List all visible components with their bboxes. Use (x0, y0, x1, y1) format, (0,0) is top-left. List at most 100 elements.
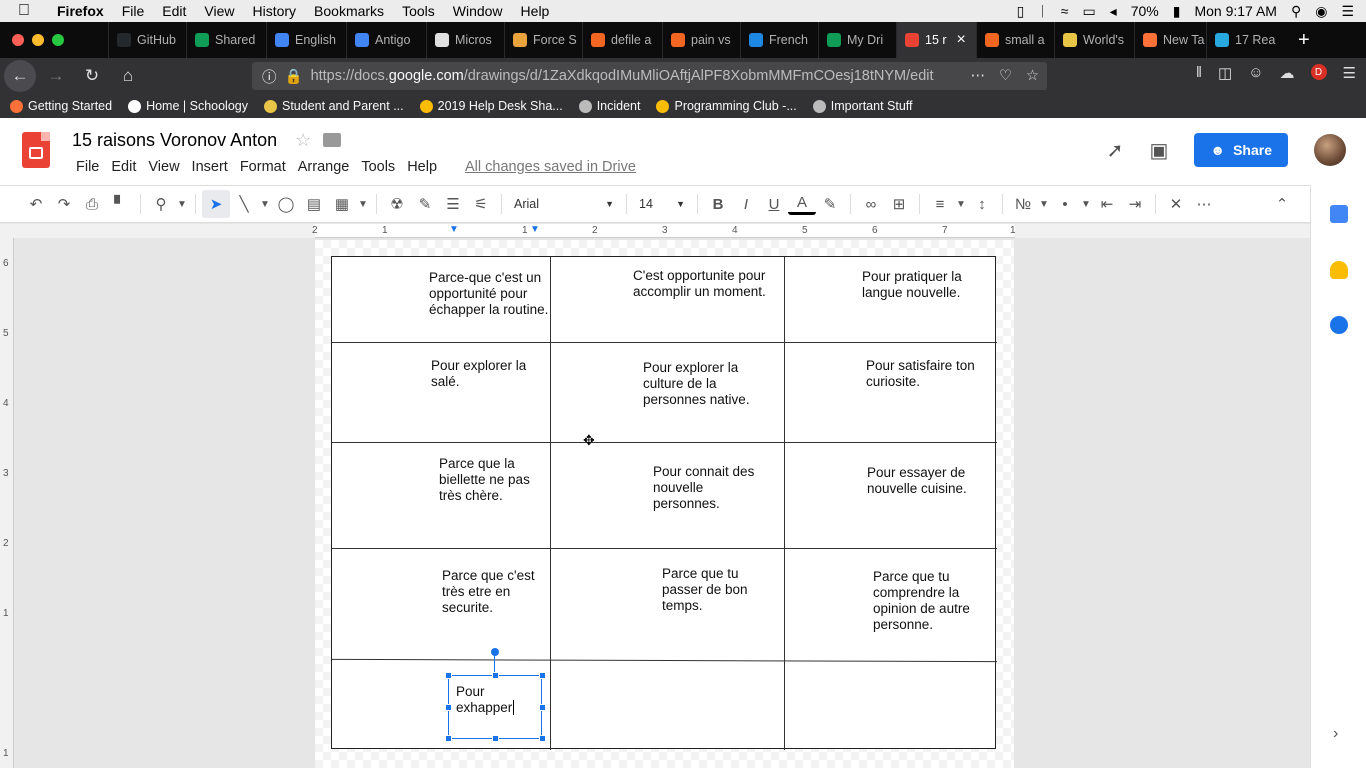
align-dropdown-icon[interactable]: ▼ (954, 190, 968, 218)
insert-comment-icon[interactable]: ⊞ (885, 190, 913, 218)
bookmark-item[interactable]: Home | Schoology (118, 99, 254, 113)
paint-format-icon[interactable]: ▘ (106, 190, 134, 218)
menu-help[interactable]: Help (512, 3, 559, 19)
back-button[interactable]: ← (4, 60, 36, 92)
more-options-icon[interactable]: ⋯ (1190, 190, 1218, 218)
doc-menu-help[interactable]: Help (401, 159, 443, 175)
forward-button[interactable]: → (40, 60, 72, 92)
dropbox-icon[interactable]: ▯ (1017, 3, 1025, 20)
menu-file[interactable]: File (113, 3, 154, 19)
bulleted-list-icon[interactable]: • (1051, 190, 1079, 218)
table-cell[interactable]: Parce que tu comprendre la opinion de au… (873, 569, 973, 633)
font-size-select[interactable]: 14 ▼ (633, 197, 691, 211)
reload-button[interactable]: ↻ (76, 60, 108, 92)
resize-handle[interactable] (492, 672, 499, 679)
table-cell[interactable]: C'est opportunite pour accomplir un mome… (633, 268, 773, 300)
resize-handle[interactable] (539, 704, 546, 711)
bookmark-item[interactable]: Getting Started (0, 99, 118, 113)
google-drawings-logo[interactable] (22, 132, 50, 168)
menu-tools[interactable]: Tools (393, 3, 444, 19)
bookmark-item[interactable]: Incident (569, 99, 647, 113)
zoom-icon[interactable]: ⚲ (147, 190, 175, 218)
resize-handle[interactable] (539, 672, 546, 679)
doc-menu-format[interactable]: Format (234, 159, 292, 175)
tasks-icon[interactable] (1330, 316, 1348, 334)
underline-icon[interactable]: U (760, 190, 788, 218)
clock[interactable]: Mon 9:17 AM (1194, 3, 1277, 19)
browser-tab[interactable]: Shared (186, 22, 266, 58)
table-cell[interactable]: Parce que la biellette ne pas très chère… (439, 456, 539, 504)
browser-tab[interactable]: small a (976, 22, 1054, 58)
italic-icon[interactable]: I (732, 190, 760, 218)
doc-menu-view[interactable]: View (142, 159, 185, 175)
table-cell[interactable]: Pour connait des nouvelle personnes. (653, 464, 763, 512)
pocket-icon[interactable]: ♡ (999, 68, 1012, 84)
browser-tab[interactable]: Antigo (346, 22, 426, 58)
bold-icon[interactable]: B (704, 190, 732, 218)
line-dropdown-icon[interactable]: ▼ (258, 190, 272, 218)
reasons-table[interactable]: Parce-que c'est un opportunité pour écha… (331, 256, 997, 750)
browser-tab[interactable]: English (266, 22, 346, 58)
share-button[interactable]: ☻ Share (1194, 133, 1288, 167)
new-tab-button[interactable]: + (1284, 29, 1324, 52)
battery-percent[interactable]: 70% (1131, 3, 1159, 19)
browser-tab[interactable]: pain vs (662, 22, 740, 58)
zoom-window-button[interactable] (52, 34, 64, 46)
doc-menu-edit[interactable]: Edit (105, 159, 142, 175)
browser-tab[interactable]: My Dri (818, 22, 896, 58)
menu-edit[interactable]: Edit (153, 3, 195, 19)
hamburger-menu-icon[interactable]: ☰ (1343, 64, 1356, 82)
table-cell[interactable]: Parce que c'est très etre en securite. (442, 568, 542, 616)
indent-marker-icon[interactable]: ▼ (449, 224, 459, 235)
minimize-window-button[interactable] (32, 34, 44, 46)
undo-icon[interactable]: ↶ (22, 190, 50, 218)
text-color-icon[interactable]: A (788, 193, 816, 215)
account-icon[interactable]: ☺ (1248, 64, 1263, 82)
browser-tab[interactable]: 15 r × (896, 22, 976, 58)
link-icon[interactable]: ∞ (857, 190, 885, 218)
avatar[interactable] (1314, 134, 1346, 166)
shape-tool-icon[interactable]: ◯ (272, 190, 300, 218)
selected-text-box[interactable]: Pour exhapper (445, 672, 546, 742)
volume-icon[interactable]: ◂ (1110, 3, 1117, 20)
highlight-color-icon[interactable]: ✎ (816, 190, 844, 218)
print-icon[interactable]: ⎙ (78, 190, 106, 218)
resize-handle[interactable] (445, 704, 452, 711)
close-window-button[interactable] (12, 34, 24, 46)
menu-app-name[interactable]: Firefox (48, 3, 113, 19)
bookmark-item[interactable]: Student and Parent ... (254, 99, 410, 113)
increase-indent-icon[interactable]: ⇥ (1121, 190, 1149, 218)
url-bar[interactable]: ⓘ 🔒 https://docs.google.com/drawings/d/1… (252, 62, 1047, 90)
airplay-icon[interactable]: ▭ (1082, 3, 1095, 20)
battery-icon[interactable]: ▮ (1173, 3, 1181, 20)
resize-handle[interactable] (492, 735, 499, 742)
menu-history[interactable]: History (243, 3, 305, 19)
table-cell[interactable]: Parce-que c'est un opportunité pour écha… (429, 270, 549, 318)
doc-menu-insert[interactable]: Insert (186, 159, 234, 175)
browser-tab[interactable]: Micros (426, 22, 504, 58)
border-weight-icon[interactable]: ☰ (439, 190, 467, 218)
expand-panel-icon[interactable]: › (1333, 725, 1338, 743)
info-icon[interactable]: ⓘ (262, 66, 277, 87)
browser-tab[interactable]: Force S (504, 22, 582, 58)
table-cell[interactable]: Pour pratiquer la langue nouvelle. (862, 269, 977, 301)
extension-icon[interactable]: ☁ (1280, 64, 1295, 82)
bookmark-star-icon[interactable]: ☆ (1026, 68, 1039, 84)
line-spacing-icon[interactable]: ↕ (968, 190, 996, 218)
line-tool-icon[interactable]: ╲ (230, 190, 258, 218)
saved-status[interactable]: All changes saved in Drive (459, 159, 642, 175)
redo-icon[interactable]: ↷ (50, 190, 78, 218)
browser-tab[interactable]: New Ta (1134, 22, 1206, 58)
star-icon[interactable]: ☆ (295, 130, 311, 151)
lock-icon[interactable]: 🔒 (285, 68, 303, 85)
document-title[interactable]: 15 raisons Voronov Anton (72, 130, 277, 151)
select-tool-icon[interactable]: ➤ (202, 190, 230, 218)
drawing-canvas[interactable]: Parce-que c'est un opportunité pour écha… (14, 238, 1310, 768)
text-box-content[interactable]: Pour exhapper (456, 684, 526, 716)
extension-d-icon[interactable]: D (1310, 64, 1327, 80)
table-cell[interactable]: Pour satisfaire ton curiosite. (866, 358, 984, 390)
browser-tab[interactable]: French (740, 22, 818, 58)
table-cell[interactable]: Pour essayer de nouvelle cuisine. (867, 465, 977, 497)
rotation-handle[interactable] (491, 648, 499, 656)
resize-handle[interactable] (539, 735, 546, 742)
